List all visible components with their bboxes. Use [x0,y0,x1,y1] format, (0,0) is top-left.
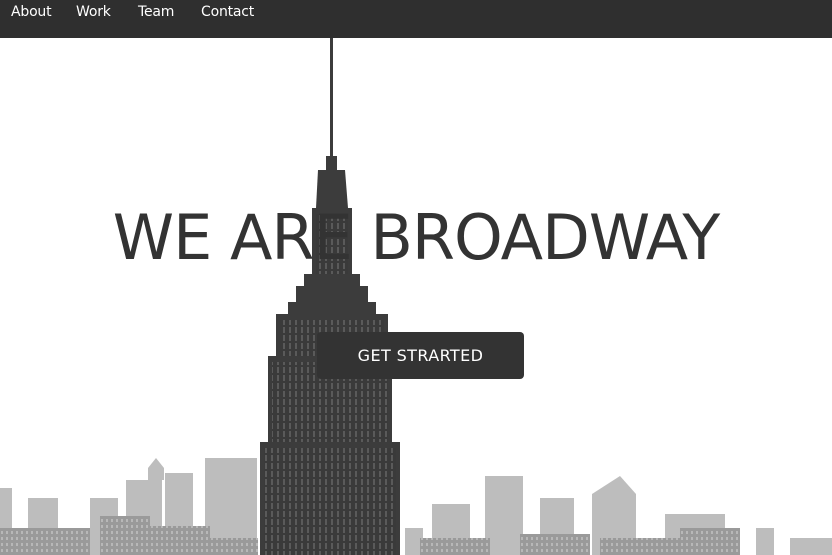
top-navbar: About Work Team Contact [0,0,832,38]
page: About Work Team Contact WE ARE BROADWAY … [0,0,832,555]
hero-title: WE ARE BROADWAY [112,201,720,274]
nav-link-contact[interactable]: Contact [201,4,254,20]
nav-link-work[interactable]: Work [76,4,111,20]
get-started-button[interactable]: GET STRARTED [317,332,524,379]
hero-background-image [0,38,832,555]
nav-link-team[interactable]: Team [138,4,174,20]
nav-link-about[interactable]: About [11,4,52,20]
